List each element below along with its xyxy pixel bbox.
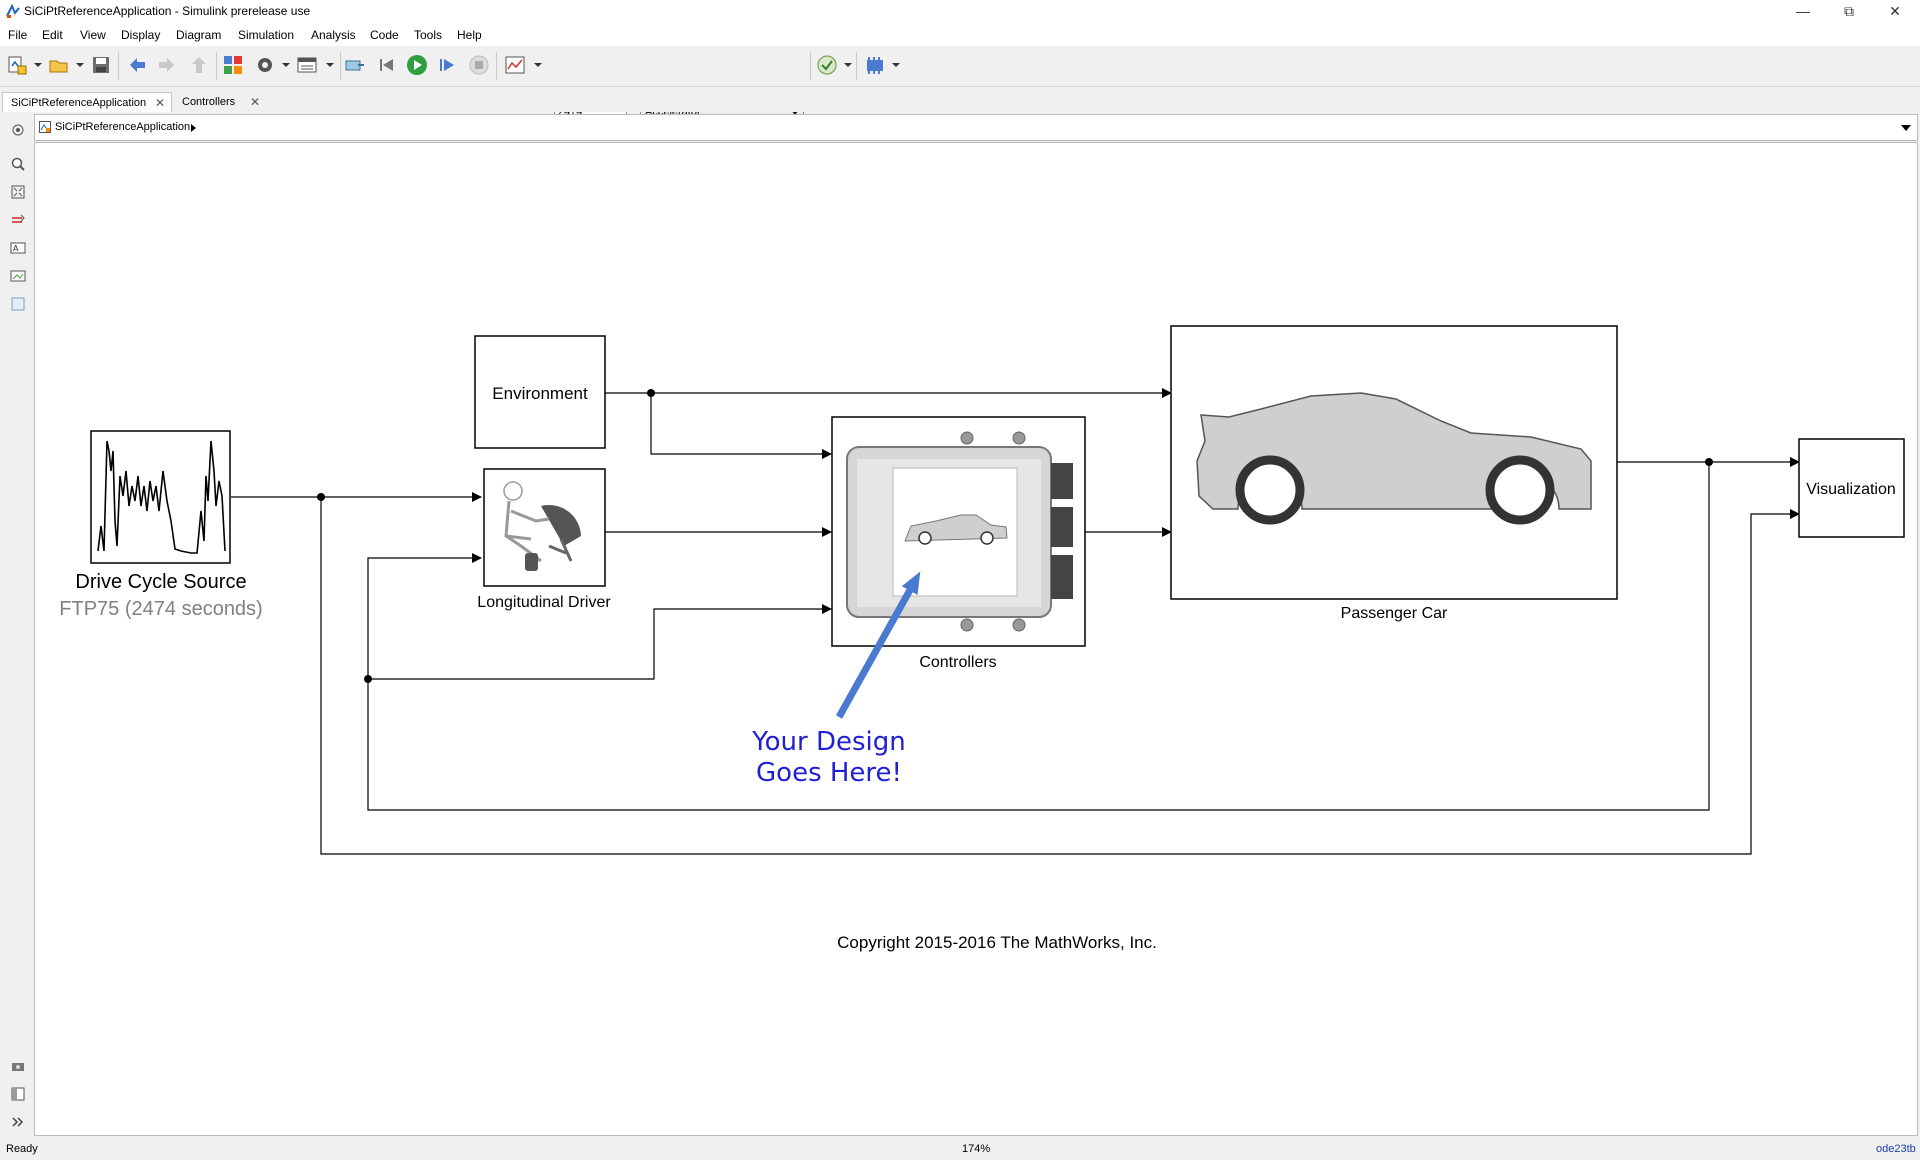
model-icon	[39, 121, 51, 133]
menu-tools[interactable]: Tools	[414, 28, 442, 42]
model-explorer-icon[interactable]	[296, 54, 318, 76]
build-icon[interactable]	[344, 54, 366, 76]
expand-double-chevron-icon[interactable]	[10, 1114, 26, 1130]
drive-cycle-source-sublabel: FTP75 (2474 seconds)	[59, 598, 262, 620]
tab-sicipt-reference-application[interactable]: SiCiPtReferenceApplication ✕	[2, 92, 172, 112]
longitudinal-driver-label: Longitudinal Driver	[477, 594, 611, 611]
signal-arrow-icon[interactable]	[10, 212, 26, 228]
fit-to-view-icon[interactable]	[10, 184, 26, 200]
title-bar: SiCiPtReferenceApplication - Simulink pr…	[0, 0, 1920, 24]
forward-arrow-icon[interactable]	[156, 54, 178, 76]
controllers-label: Controllers	[919, 654, 996, 671]
menu-diagram[interactable]: Diagram	[176, 28, 221, 42]
up-arrow-icon[interactable]	[188, 54, 210, 76]
screenshot-camera-icon[interactable]	[10, 1058, 26, 1074]
solver-link[interactable]: ode23tb	[1876, 1143, 1916, 1155]
menu-help[interactable]: Help	[457, 28, 482, 42]
step-back-icon[interactable]	[376, 54, 398, 76]
menu-edit[interactable]: Edit	[42, 28, 63, 42]
back-arrow-icon[interactable]	[126, 54, 148, 76]
close-icon[interactable]: ✕	[155, 93, 165, 113]
model-canvas[interactable]: Drive Cycle Source FTP75 (2474 seconds) …	[34, 142, 1918, 1136]
close-icon[interactable]: ✕	[250, 92, 260, 112]
library-browser-icon[interactable]	[222, 54, 244, 76]
hardware-board-icon[interactable]	[864, 54, 886, 76]
hide-show-explorer-icon[interactable]	[10, 122, 26, 138]
save-icon[interactable]	[90, 54, 112, 76]
annotation-text-icon[interactable]: A	[10, 240, 26, 256]
breadcrumb-model-link[interactable]: SiCiPtReferenceApplication	[55, 121, 190, 133]
drive-cycle-source-block[interactable]: Drive Cycle Source FTP75 (2474 seconds)	[59, 430, 263, 620]
area-icon[interactable]	[10, 296, 26, 312]
toolbar: 2474 Accelerator	[0, 46, 1920, 122]
zoom-icon[interactable]	[10, 156, 26, 172]
passenger-car-label: Passenger Car	[1341, 605, 1448, 622]
restore-button[interactable]: ⧉	[1826, 0, 1872, 24]
tab-label: Controllers	[182, 96, 236, 108]
menu-simulation[interactable]: Simulation	[238, 28, 294, 42]
image-annotation-icon[interactable]	[10, 268, 26, 284]
run-play-icon[interactable]	[406, 54, 428, 76]
annotation-line-1: Your Design	[751, 727, 906, 757]
signal-environment-to-controllers[interactable]	[650, 393, 832, 459]
tab-label: SiCiPtReferenceApplication	[11, 97, 147, 109]
model-tabs: SiCiPtReferenceApplication ✕ Controllers…	[0, 88, 1920, 112]
model-config-gear-icon[interactable]	[254, 54, 276, 76]
stop-icon[interactable]	[468, 54, 490, 76]
breadcrumb-arrow-icon[interactable]	[191, 124, 196, 132]
zoom-level: 174%	[962, 1143, 991, 1155]
simulink-app-icon	[6, 4, 20, 18]
status-bar: Ready 174% ode23tb	[0, 1138, 1920, 1160]
minimize-button[interactable]: —	[1780, 0, 1826, 24]
block-diagram: Drive Cycle Source FTP75 (2474 seconds) …	[59, 325, 1905, 952]
data-inspector-icon[interactable]	[504, 54, 526, 76]
annotation-line-2: Goes Here!	[756, 758, 902, 788]
ecu-icon	[846, 431, 1073, 632]
menu-display[interactable]: Display	[121, 28, 160, 42]
visualization-label: Visualization	[1806, 481, 1896, 498]
tab-controllers[interactable]: Controllers ✕	[174, 92, 266, 112]
environment-label: Environment	[492, 384, 588, 403]
open-folder-icon[interactable]	[48, 54, 70, 76]
window-title: SiCiPtReferenceApplication - Simulink pr…	[24, 4, 311, 18]
longitudinal-driver-block[interactable]: Longitudinal Driver	[477, 468, 611, 611]
drive-cycle-source-label: Drive Cycle Source	[75, 571, 246, 593]
visualization-block[interactable]: Visualization	[1798, 438, 1905, 538]
close-button[interactable]: ✕	[1872, 0, 1918, 24]
breadcrumb: SiCiPtReferenceApplication	[34, 114, 1918, 141]
menu-file[interactable]: File	[8, 28, 27, 42]
model-browser-icon[interactable]	[10, 1086, 26, 1102]
svg-text:A: A	[13, 244, 19, 253]
status-text: Ready	[6, 1143, 38, 1155]
model-advisor-check-icon[interactable]	[816, 54, 838, 76]
menu-analysis[interactable]: Analysis	[311, 28, 356, 42]
signal-feedback-to-controllers[interactable]	[368, 604, 832, 680]
step-forward-icon[interactable]	[436, 54, 458, 76]
copyright-text: Copyright 2015-2016 The MathWorks, Inc.	[837, 933, 1157, 952]
new-model-icon[interactable]	[6, 54, 28, 76]
menu-view[interactable]: View	[80, 28, 106, 42]
menu-code[interactable]: Code	[370, 28, 399, 42]
left-palette: A	[0, 114, 34, 1134]
menu-bar: File Edit View Display Diagram Simulatio…	[0, 24, 1920, 46]
breadcrumb-menu-chevron-icon[interactable]	[1901, 125, 1911, 131]
environment-block[interactable]: Environment	[474, 335, 606, 449]
controllers-block[interactable]: Controllers	[831, 416, 1086, 671]
passenger-car-block[interactable]: Passenger Car	[1170, 325, 1618, 622]
